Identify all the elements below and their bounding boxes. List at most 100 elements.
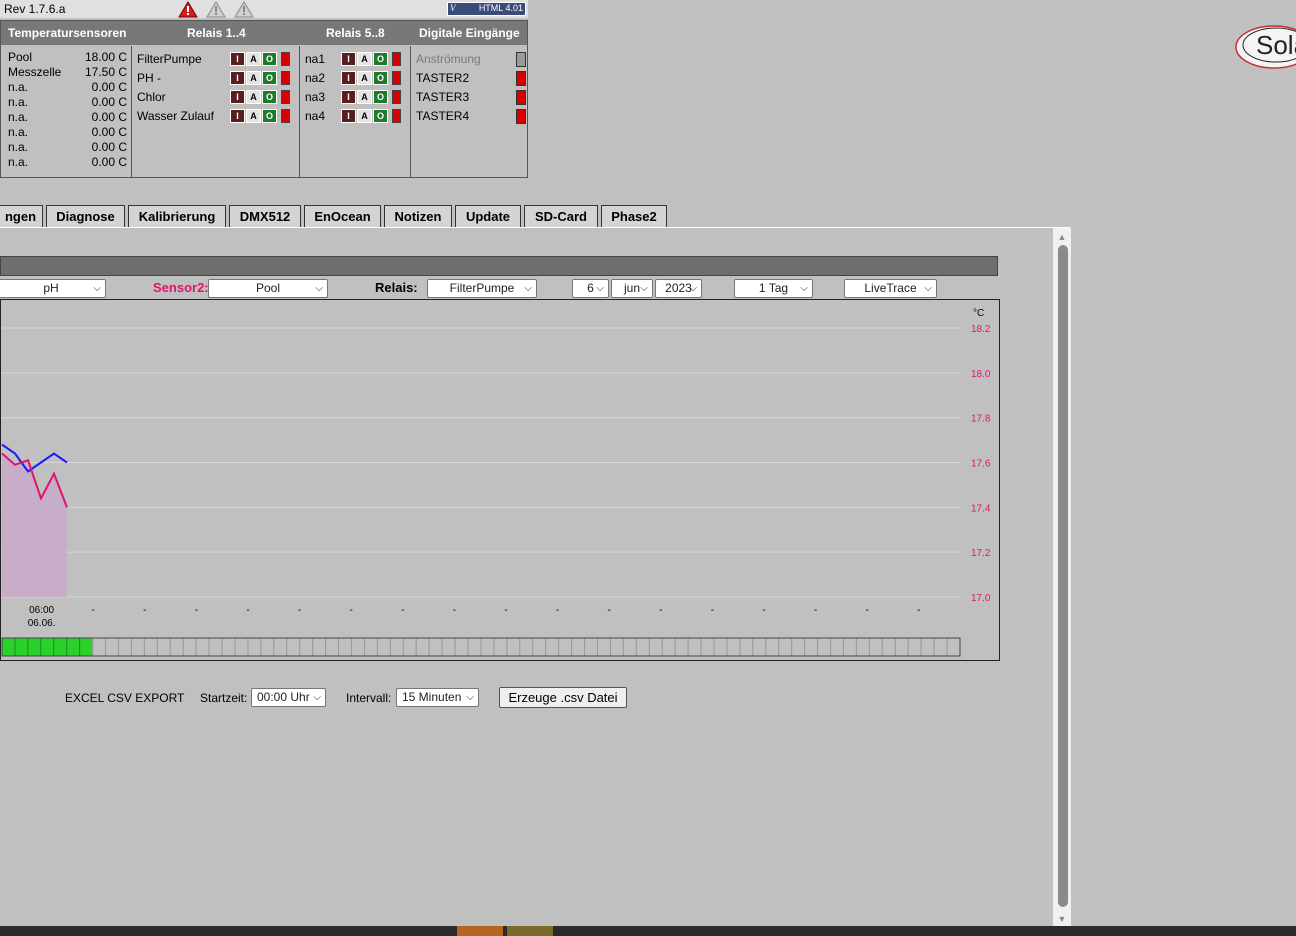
progress-segment	[778, 637, 793, 657]
tab-kalibrierung[interactable]: Kalibrierung	[128, 205, 226, 227]
html-validator-badge[interactable]: V HTML 4.01	[447, 2, 526, 16]
progress-segment	[609, 637, 624, 657]
relay-name: PH -	[137, 71, 161, 85]
tab-enocean[interactable]: EnOcean	[304, 205, 381, 227]
relay-auto-button[interactable]: A	[357, 71, 372, 85]
relay-off-button[interactable]: O	[373, 52, 388, 66]
tab-dmx512[interactable]: DMX512	[229, 205, 301, 227]
interval-select[interactable]: 15 Minuten ⌵	[396, 688, 479, 707]
relay-auto-button[interactable]: A	[246, 109, 261, 123]
alarm-warning-icon[interactable]	[178, 1, 198, 18]
relay-off-button[interactable]: O	[262, 71, 277, 85]
relay-off-button[interactable]: O	[262, 109, 277, 123]
relay-name: na2	[305, 71, 326, 85]
digital-input-led	[516, 90, 526, 105]
progress-segment	[312, 637, 327, 657]
relay-on-button[interactable]: I	[230, 109, 245, 123]
temp-sensor-value: 0.00 C	[91, 155, 127, 169]
digital-input-name: Anströmung	[416, 52, 481, 66]
chevron-down-icon: ⌵	[466, 692, 474, 703]
chevron-down-icon: ⌵	[640, 283, 648, 294]
relay-on-button[interactable]: I	[341, 71, 356, 85]
relay-mode-switch: I A O	[229, 52, 291, 66]
warning-icon[interactable]	[206, 1, 226, 18]
scroll-down-arrow-icon[interactable]: ▼	[1053, 914, 1071, 924]
scroll-up-arrow-icon[interactable]: ▲	[1053, 232, 1071, 242]
start-time-select[interactable]: 00:00 Uhr ⌵	[251, 688, 326, 707]
tab-diagnose[interactable]: Diagnose	[46, 205, 125, 227]
relay-status-led	[392, 90, 401, 104]
relay-name: na1	[305, 52, 326, 66]
tab-phase2[interactable]: Phase2	[601, 205, 667, 227]
temp-sensor-name: n.a.	[8, 80, 29, 94]
tab-update[interactable]: Update	[455, 205, 521, 227]
year-select[interactable]: 2023 ⌵	[655, 279, 702, 298]
taskbar-app-icon[interactable]	[457, 926, 503, 936]
sensor1-select[interactable]: pH ⌵	[0, 279, 106, 298]
progress-segment	[156, 637, 171, 657]
progress-segment	[674, 637, 689, 657]
relay-on-button[interactable]: I	[341, 109, 356, 123]
relay-mode-switch: I A O	[229, 109, 291, 123]
create-csv-button[interactable]: Erzeuge .csv Datei	[499, 687, 627, 708]
progress-segment	[622, 637, 637, 657]
trend-chart: 18.218.017.817.617.417.217.0°C006:00----…	[0, 299, 1000, 661]
y-unit-label: °C	[973, 308, 984, 319]
relay-auto-button[interactable]: A	[357, 90, 372, 104]
relay-status-led	[281, 52, 290, 66]
progress-segment	[881, 637, 896, 657]
temp-sensor-value: 0.00 C	[91, 110, 127, 124]
day-select[interactable]: 6 ⌵	[572, 279, 609, 298]
mode-select[interactable]: LiveTrace ⌵	[844, 279, 937, 298]
start-time-label: Startzeit:	[200, 691, 248, 705]
tab-notizen[interactable]: Notizen	[384, 205, 452, 227]
relay-off-button[interactable]: O	[262, 90, 277, 104]
relay-off-button[interactable]: O	[373, 90, 388, 104]
temp-sensor-name: n.a.	[8, 155, 29, 169]
temp-sensor-name: Pool	[8, 50, 33, 64]
digital-input-led	[516, 52, 526, 67]
temp-sensor-value: 0.00 C	[91, 140, 127, 154]
relay-auto-button[interactable]: A	[246, 52, 261, 66]
scrollbar-thumb[interactable]	[1058, 245, 1068, 907]
tab-sd-card[interactable]: SD-Card	[524, 205, 598, 227]
relay-auto-button[interactable]: A	[246, 90, 261, 104]
relay-auto-button[interactable]: A	[357, 52, 372, 66]
relay-on-button[interactable]: I	[230, 52, 245, 66]
relay-on-button[interactable]: I	[230, 71, 245, 85]
range-select[interactable]: 1 Tag ⌵	[734, 279, 813, 298]
relay-auto-button[interactable]: A	[357, 109, 372, 123]
progress-segment	[920, 637, 935, 657]
digital-input-name: TASTER2	[416, 71, 470, 85]
progress-segment	[143, 637, 158, 657]
progress-segment	[286, 637, 301, 657]
progress-segment	[700, 637, 715, 657]
relay-on-button[interactable]: I	[341, 52, 356, 66]
progress-segment	[1, 637, 16, 657]
relay-on-button[interactable]: I	[341, 90, 356, 104]
progress-segment	[234, 637, 249, 657]
relay-off-button[interactable]: O	[373, 71, 388, 85]
progress-segment	[415, 637, 430, 657]
chevron-down-icon: ⌵	[313, 692, 321, 703]
relay-mode-switch: I A O	[229, 71, 291, 85]
brand-logo: Sola	[1234, 24, 1296, 70]
relay-off-button[interactable]: O	[262, 52, 277, 66]
taskbar-app-icon[interactable]	[507, 926, 553, 936]
progress-segment	[402, 637, 417, 657]
relay-name: na4	[305, 109, 326, 123]
warning-icon[interactable]	[234, 1, 254, 18]
relay-name: FilterPumpe	[137, 52, 202, 66]
relay-select[interactable]: FilterPumpe ⌵	[427, 279, 537, 298]
tab-einstellungen[interactable]: ngen	[0, 205, 43, 227]
month-select[interactable]: jun ⌵	[611, 279, 653, 298]
relay-status-led	[392, 109, 401, 123]
interval-label: Intervall:	[346, 691, 392, 705]
relay-auto-button[interactable]: A	[246, 71, 261, 85]
relay-off-button[interactable]: O	[373, 109, 388, 123]
sensor2-select[interactable]: Pool ⌵	[208, 279, 328, 298]
progress-segment	[868, 637, 883, 657]
progress-segment	[519, 637, 534, 657]
panel-header: Temperatursensoren Relais 1..4 Relais 5.…	[1, 21, 527, 45]
relay-on-button[interactable]: I	[230, 90, 245, 104]
